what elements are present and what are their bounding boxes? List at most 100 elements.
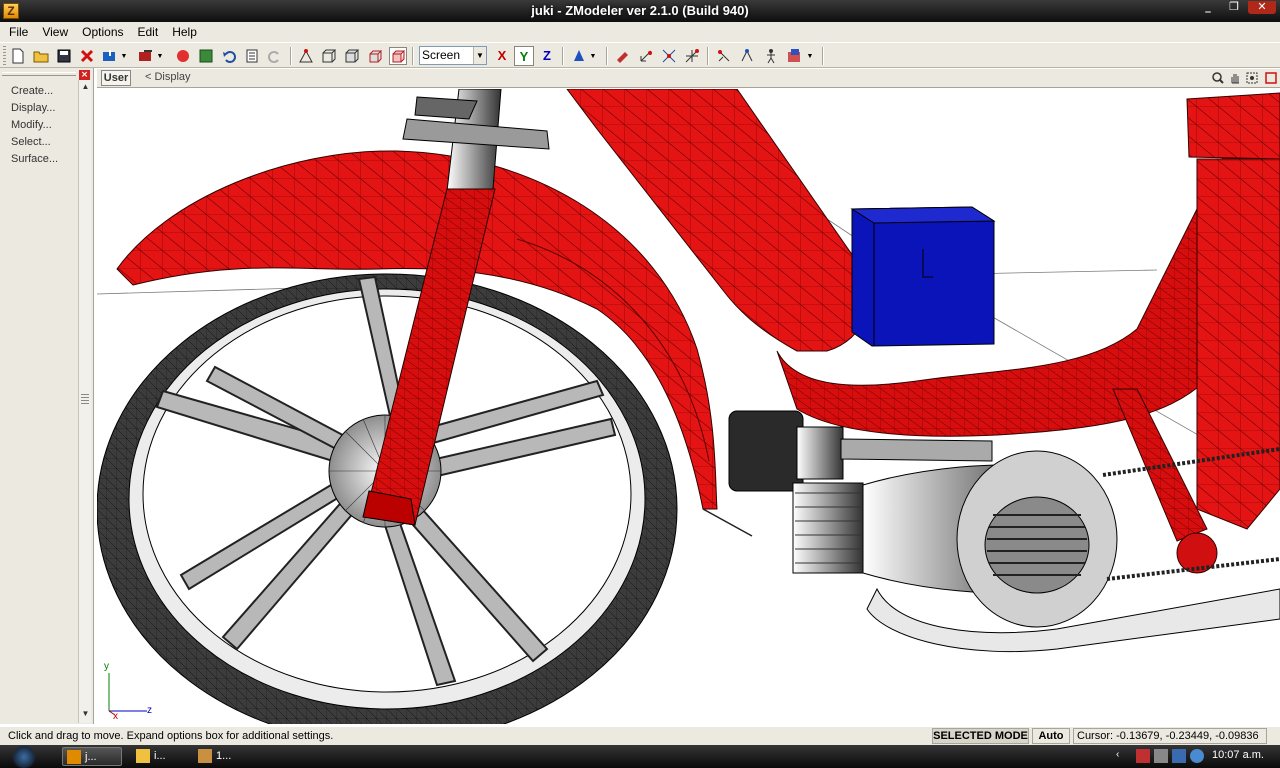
selected-mode-icon[interactable]: [389, 47, 407, 65]
3d-viewport[interactable]: y x z: [97, 89, 1280, 724]
open-folder-icon[interactable]: [32, 47, 50, 65]
selection-mode-indicator[interactable]: SELECTED MODE: [932, 728, 1029, 744]
toolbar-separator: [290, 47, 292, 65]
taskbar-item-label: i...: [154, 750, 166, 762]
coordinate-system-value: Screen: [422, 48, 461, 62]
os-taskbar: j... i... 1... ‹ 10:07 a.m.: [0, 745, 1280, 768]
status-bar: Click and drag to move. Expand options b…: [0, 726, 1280, 745]
clock[interactable]: 10:07 a.m.: [1212, 749, 1264, 761]
main-toolbar: ▼ ▼ Screen ▼ X Y Z ▼ ▼: [0, 42, 1280, 68]
command-create[interactable]: Create...: [11, 85, 53, 97]
viewport-scene[interactable]: y x z: [97, 89, 1280, 724]
group-mode-icon[interactable]: [366, 47, 384, 65]
pan-hand-icon[interactable]: [1228, 71, 1242, 85]
new-file-icon[interactable]: [9, 47, 27, 65]
redo-icon[interactable]: [266, 47, 284, 65]
import-icon[interactable]: [101, 47, 119, 65]
scroll-down-icon[interactable]: ▼: [80, 709, 91, 720]
toolbar-separator: [707, 47, 709, 65]
object-mode-icon[interactable]: [343, 47, 361, 65]
axis-x-toggle[interactable]: X: [492, 46, 512, 66]
uv-mapper-icon[interactable]: [786, 47, 804, 65]
scroll-up-icon[interactable]: ▲: [80, 82, 91, 93]
panel-scrollbar[interactable]: ▲ ▼: [78, 80, 91, 723]
toolbar-separator: [822, 47, 824, 65]
app-icon: [198, 749, 212, 763]
pivot-dropdown-icon[interactable]: ▼: [588, 47, 598, 65]
toolbar-separator: [412, 47, 414, 65]
axis-tripod: y x z: [104, 661, 152, 722]
undo-icon[interactable]: [220, 47, 238, 65]
zoom-icon[interactable]: [1211, 71, 1225, 85]
uv-dropdown-icon[interactable]: ▼: [805, 47, 815, 65]
export-icon[interactable]: [137, 47, 155, 65]
viewport-header: User < Display: [97, 69, 1280, 88]
view-type-button[interactable]: User: [101, 70, 131, 86]
rotate-icon[interactable]: [660, 47, 678, 65]
command-select[interactable]: Select...: [11, 136, 51, 148]
coordinate-system-select[interactable]: Screen ▼: [419, 46, 487, 65]
delete-icon[interactable]: [78, 47, 96, 65]
pivot-icon[interactable]: [570, 47, 588, 65]
command-display[interactable]: Display...: [11, 102, 55, 114]
axis-y-toggle[interactable]: Y: [514, 46, 534, 66]
tray-expand-icon[interactable]: ‹: [1116, 749, 1130, 763]
skeleton-icon[interactable]: [762, 47, 780, 65]
restore-button[interactable]: ❐: [1224, 1, 1244, 14]
command-surface[interactable]: Surface...: [11, 153, 58, 165]
menu-bar: File View Options Edit Help: [0, 22, 1280, 42]
axis-z-label: z: [147, 705, 152, 716]
command-modify[interactable]: Modify...: [11, 119, 52, 131]
minimize-button[interactable]: _: [1198, 1, 1218, 14]
status-hint: Click and drag to move. Expand options b…: [8, 730, 334, 742]
menu-view[interactable]: View: [35, 25, 75, 39]
material-icon[interactable]: [197, 47, 215, 65]
menu-help[interactable]: Help: [165, 25, 204, 39]
toolbar-separator: [562, 47, 564, 65]
blue-cube[interactable]: [850, 206, 996, 347]
axis-y-label: y: [104, 661, 109, 672]
taskbar-item-label: j...: [85, 751, 97, 763]
move-icon[interactable]: [637, 47, 655, 65]
window-title: juki - ZModeler ver 2.1.0 (Build 940): [531, 3, 749, 18]
scale-icon[interactable]: [683, 47, 701, 65]
properties-icon[interactable]: [243, 47, 261, 65]
vertex-mode-icon[interactable]: [297, 47, 315, 65]
taskbar-item-zmodeler[interactable]: j...: [62, 747, 122, 766]
auto-toggle[interactable]: Auto: [1032, 728, 1070, 744]
axis-x-label: x: [113, 711, 118, 722]
menu-file[interactable]: File: [2, 25, 35, 39]
volume-icon[interactable]: [1154, 749, 1168, 763]
command-panel: × Create... Display... Modify... Select.…: [0, 68, 94, 724]
display-breadcrumb[interactable]: < Display: [145, 71, 191, 83]
menu-options[interactable]: Options: [75, 25, 130, 39]
maximize-viewport-icon[interactable]: [1264, 71, 1278, 85]
folder-icon: [136, 749, 150, 763]
face-mode-icon[interactable]: [320, 47, 338, 65]
link-icon[interactable]: [738, 47, 756, 65]
title-bar: Z juki - ZModeler ver 2.1.0 (Build 940) …: [0, 0, 1280, 22]
render-sphere-icon[interactable]: [174, 47, 192, 65]
chevron-down-icon[interactable]: ▼: [473, 47, 486, 64]
zoom-extents-icon[interactable]: [1245, 71, 1259, 85]
display-icon[interactable]: [1172, 749, 1186, 763]
paint-icon[interactable]: [614, 47, 632, 65]
scroll-thumb[interactable]: [81, 394, 89, 404]
axis-z-toggle[interactable]: Z: [537, 46, 557, 66]
start-button[interactable]: [0, 745, 46, 768]
export-dropdown-icon[interactable]: ▼: [155, 47, 165, 65]
panel-grip[interactable]: [2, 72, 76, 76]
save-icon[interactable]: [55, 47, 73, 65]
menu-edit[interactable]: Edit: [131, 25, 166, 39]
zmodeler-icon: [67, 750, 81, 764]
snap-icon[interactable]: [715, 47, 733, 65]
import-dropdown-icon[interactable]: ▼: [119, 47, 129, 65]
taskbar-item-label: 1...: [216, 750, 232, 762]
taskbar-item-app[interactable]: 1...: [194, 747, 250, 766]
network-icon[interactable]: [1136, 749, 1150, 763]
cursor-coordinates: Cursor: -0.13679, -0.23449, -0.09836: [1073, 728, 1267, 744]
toolbar-grip[interactable]: [3, 46, 6, 66]
close-button[interactable]: ✕: [1248, 1, 1276, 14]
bluetooth-icon[interactable]: [1190, 749, 1204, 763]
taskbar-item-folder[interactable]: i...: [132, 747, 188, 766]
